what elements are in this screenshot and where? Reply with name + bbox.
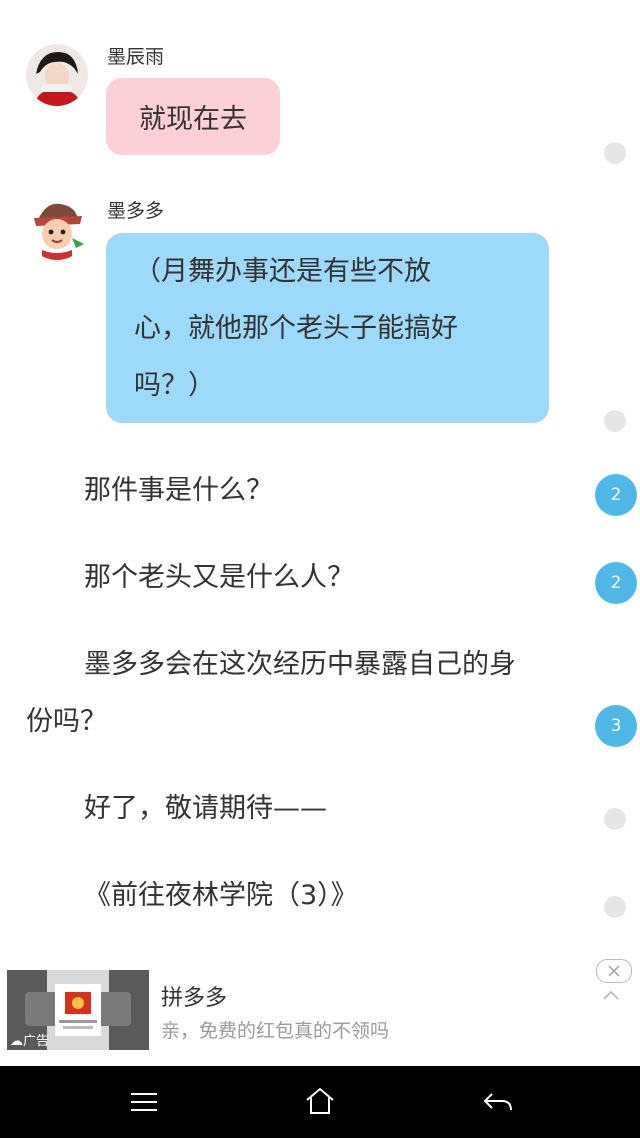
ad-banner[interactable]: ☁广告 拼多多 亲，免费的红包真的不领吗 — [0, 959, 640, 1062]
paragraph: 那件事是什么？ — [84, 475, 273, 506]
back-icon[interactable] — [482, 1090, 514, 1118]
message-text: 就现在去 — [139, 104, 247, 135]
ad-tag: ☁广告 — [10, 1034, 50, 1049]
comment-count-badge[interactable]: 3 — [595, 705, 637, 747]
comment-dot[interactable] — [604, 142, 626, 164]
comment-count-badge[interactable]: 2 — [595, 474, 637, 516]
ad-thumbnail[interactable]: ☁广告 — [7, 970, 149, 1050]
ad-title: 拼多多 — [161, 986, 228, 1011]
close-icon[interactable] — [596, 959, 632, 983]
message-bubble[interactable]: 就现在去 — [106, 78, 280, 155]
system-navigation-bar — [0, 1066, 640, 1138]
avatar-mochenyu[interactable] — [26, 44, 88, 106]
comment-count-badge[interactable]: 2 — [595, 562, 637, 604]
sender-name: 墨辰雨 — [107, 46, 165, 68]
home-icon[interactable] — [304, 1086, 336, 1120]
avatar-moduoduo[interactable] — [26, 198, 88, 260]
comment-dot[interactable] — [604, 410, 626, 432]
sender-name: 墨多多 — [107, 200, 165, 222]
ad-subtitle: 亲，免费的红包真的不领吗 — [161, 1020, 390, 1042]
message-bubble[interactable]: （月舞办事还是有些不放 心，就他那个老头子能搞好 吗？） — [106, 233, 549, 423]
paragraph: 墨多多会在这次经历中暴露自己的身 — [84, 649, 516, 680]
paragraph: 《前往夜林学院（3）》 — [84, 880, 358, 911]
cloud-icon: ☁ — [10, 1034, 23, 1049]
message-line: 吗？） — [134, 370, 215, 401]
chevron-up-icon[interactable] — [601, 986, 621, 1005]
message-line: （月舞办事还是有些不放 — [134, 256, 431, 287]
paragraph: 那个老头又是什么人？ — [84, 562, 354, 593]
comment-dot[interactable] — [604, 808, 626, 830]
menu-icon[interactable] — [129, 1090, 159, 1118]
paragraph: 份吗？ — [26, 706, 107, 737]
comment-dot[interactable] — [604, 896, 626, 918]
paragraph: 好了，敬请期待—— — [84, 793, 327, 824]
message-line: 心，就他那个老头子能搞好 — [134, 313, 458, 344]
